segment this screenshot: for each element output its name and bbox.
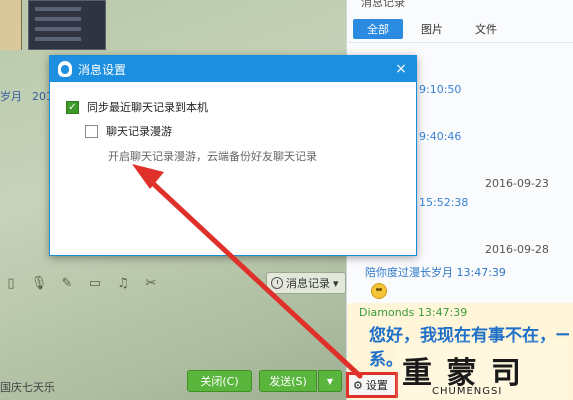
arrow-head — [132, 164, 164, 189]
arrow-line — [142, 173, 363, 379]
annotation-arrow — [132, 164, 363, 379]
